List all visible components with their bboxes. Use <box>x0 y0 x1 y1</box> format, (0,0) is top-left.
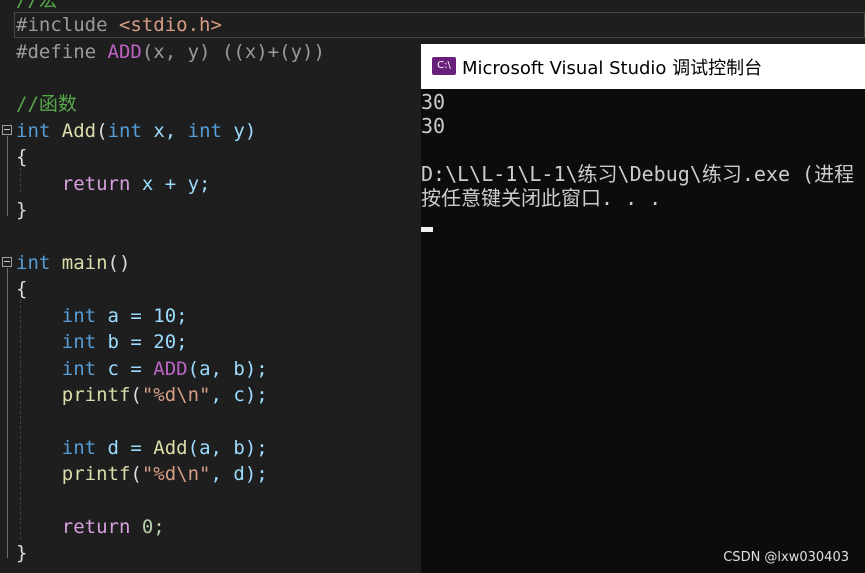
keyword: int <box>16 252 51 274</box>
code-line-12[interactable]: { <box>16 276 27 302</box>
keyword: int <box>61 437 97 459</box>
macro-call: ADD <box>153 358 188 380</box>
macro-body: ((x)+(y)) <box>221 41 325 63</box>
macro-name: ADD <box>107 41 142 63</box>
args: , d); <box>210 463 268 485</box>
code-line-11[interactable]: int main() <box>16 250 130 276</box>
console-cursor <box>421 227 433 232</box>
console-output-line: 30 <box>421 90 446 114</box>
param: y) <box>221 120 257 142</box>
string: "%d\n" <box>141 463 211 485</box>
fold-line <box>7 268 8 558</box>
keyword: int <box>187 120 222 142</box>
console-title: Microsoft Visual Studio 调试控制台 <box>462 58 763 79</box>
fold-toggle-icon[interactable] <box>2 125 12 135</box>
comment: //宏 <box>16 0 58 11</box>
code-line-19[interactable]: printf("%d\n", d); <box>16 461 268 487</box>
console-app-icon: C:\ <box>432 57 456 75</box>
function-call: Add <box>153 437 188 459</box>
keyword: int <box>107 120 142 142</box>
args: (a, b); <box>187 437 268 459</box>
macro-params: (x, y) <box>141 41 211 63</box>
punct: ( <box>130 463 142 485</box>
expression: 0; <box>130 516 165 538</box>
punct: ( <box>130 384 142 406</box>
console-output-line: D:\L\L-1\L-1\练习\Debug\练习.exe (进程 <box>421 162 855 186</box>
code-line-7[interactable]: { <box>16 144 27 170</box>
keyword: return <box>61 173 131 195</box>
param: x, <box>141 120 188 142</box>
code-line-14[interactable]: int b = 20; <box>16 329 188 355</box>
declaration: d = <box>96 437 154 459</box>
args: (a, b); <box>187 358 268 380</box>
code-line-21[interactable]: return 0; <box>16 514 165 540</box>
brace: } <box>16 199 28 221</box>
expression: x + y; <box>130 173 211 195</box>
declaration: c = <box>96 358 154 380</box>
console-output-line: 按任意键关闭此窗口. . . <box>421 186 662 210</box>
code-line-22[interactable]: } <box>16 540 27 566</box>
function-call: printf <box>61 384 131 406</box>
comment: //函数 <box>16 93 77 115</box>
punct: ( <box>96 120 108 142</box>
code-line-3[interactable]: #define ADD(x, y) ((x)+(y)) <box>16 39 325 65</box>
code-line-18[interactable]: int d = Add(a, b); <box>16 435 268 461</box>
code-line-16[interactable]: printf("%d\n", c); <box>16 382 268 408</box>
punct: () <box>107 252 131 274</box>
code-line-6[interactable]: int Add(int x, int y) <box>16 118 256 144</box>
string: "%d\n" <box>141 384 211 406</box>
keyword: int <box>61 305 97 327</box>
code-line-8[interactable]: return x + y; <box>16 171 211 197</box>
code-line-9[interactable]: } <box>16 197 27 223</box>
keyword: int <box>16 120 51 142</box>
define-directive: #define <box>16 41 97 63</box>
brace: } <box>16 542 28 564</box>
keyword: int <box>61 358 97 380</box>
include-header: <stdio.h> <box>118 14 222 36</box>
fold-line <box>7 136 8 216</box>
declaration: b = 20; <box>96 331 188 353</box>
args: , c); <box>210 384 268 406</box>
debug-console-window[interactable]: C:\ Microsoft Visual Studio 调试控制台 30 30 … <box>421 44 865 573</box>
brace: { <box>16 146 28 168</box>
code-line-5[interactable]: //函数 <box>16 91 77 117</box>
fold-toggle-icon[interactable] <box>2 257 12 267</box>
code-line-15[interactable]: int c = ADD(a, b); <box>16 356 268 382</box>
keyword: int <box>61 331 97 353</box>
code-line-2[interactable]: #include <stdio.h> <box>16 12 222 38</box>
declaration: a = 10; <box>96 305 188 327</box>
include-directive: #include <box>16 14 108 36</box>
console-output-line: 30 <box>421 114 446 138</box>
function-name: main <box>61 252 108 274</box>
console-titlebar[interactable]: C:\ Microsoft Visual Studio 调试控制台 <box>421 44 865 89</box>
keyword: return <box>61 516 131 538</box>
watermark: CSDN @lxw030403 <box>723 550 849 565</box>
brace: { <box>16 278 28 300</box>
function-call: printf <box>61 463 131 485</box>
code-line-13[interactable]: int a = 10; <box>16 303 188 329</box>
function-name: Add <box>61 120 97 142</box>
